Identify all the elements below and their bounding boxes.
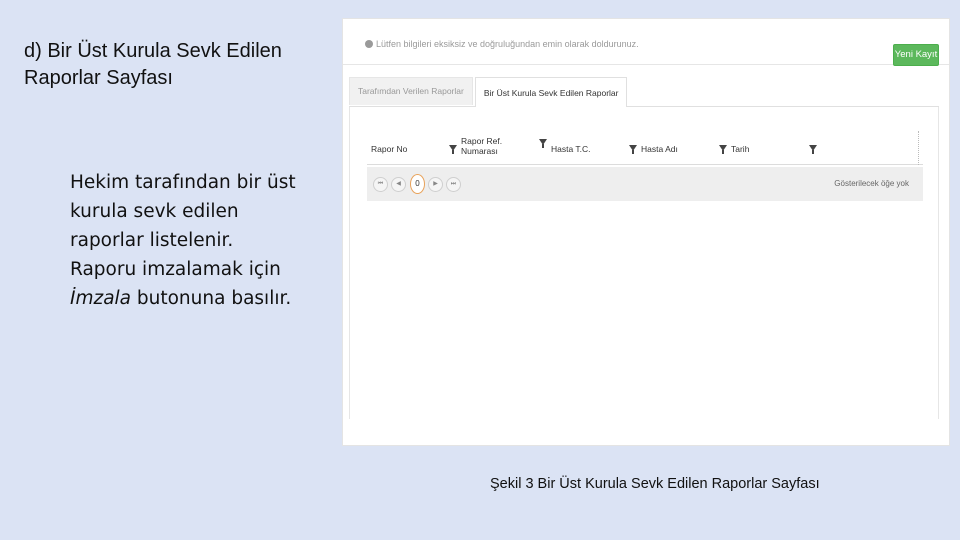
grid-pager: ⏮ ◀ 0 ▶ ⏭ Gösterilecek öğe yok <box>367 167 923 201</box>
form-header: Lütfen bilgileri eksiksiz ve doğruluğund… <box>343 19 949 66</box>
slide-title: d) Bir Üst Kurula Sevk Edilen Raporlar S… <box>24 40 282 89</box>
description-emphasis: İmzala <box>70 288 132 309</box>
filter-icon[interactable] <box>539 139 547 148</box>
next-page-button[interactable]: ▶ <box>428 176 443 192</box>
tab-my-reports[interactable]: Tarafımdan Verilen Raporlar <box>349 77 473 105</box>
prev-page-button[interactable]: ◀ <box>391 176 406 192</box>
grid-header: Rapor No Rapor Ref. Numarası Hasta T.C. … <box>367 131 923 165</box>
current-page[interactable]: 0 <box>410 174 425 194</box>
last-page-button[interactable]: ⏭ <box>446 176 461 192</box>
scrollbar-edge <box>918 131 923 165</box>
col-rapor-no[interactable]: Rapor No <box>371 144 407 154</box>
col-hasta-tc[interactable]: Hasta T.C. <box>551 144 591 154</box>
tab-referred-reports[interactable]: Bir Üst Kurula Sevk Edilen Raporlar <box>474 77 628 107</box>
info-icon <box>365 40 373 48</box>
tab-bar: Tarafımdan Verilen Raporlar Bir Üst Kuru… <box>349 77 939 107</box>
description-text-2: butonuna basılır. <box>131 288 292 309</box>
col-hasta-adi[interactable]: Hasta Adı <box>641 144 678 154</box>
col-tarih[interactable]: Tarih <box>731 144 749 154</box>
info-message: Lütfen bilgileri eksiksiz ve doğruluğund… <box>365 39 639 49</box>
filter-icon[interactable] <box>449 145 457 154</box>
figure-caption: Şekil 3 Bir Üst Kurula Sevk Edilen Rapor… <box>490 476 820 492</box>
col-rapor-ref[interactable]: Rapor Ref. Numarası <box>461 136 517 156</box>
first-page-button[interactable]: ⏮ <box>373 176 388 192</box>
filter-icon[interactable] <box>629 145 637 154</box>
filter-icon[interactable] <box>809 145 817 154</box>
slide-description: Hekim tarafından bir üst kurula sevk edi… <box>70 168 300 313</box>
reports-grid: Rapor No Rapor Ref. Numarası Hasta T.C. … <box>367 131 923 203</box>
filter-icon[interactable] <box>719 145 727 154</box>
description-text-1: Hekim tarafından bir üst kurula sevk edi… <box>70 172 296 280</box>
pager-message: Gösterilecek öğe yok <box>834 179 909 188</box>
new-record-button[interactable]: Yeni Kayıt <box>893 44 939 66</box>
info-text: Lütfen bilgileri eksiksiz ve doğruluğund… <box>376 39 639 49</box>
screenshot-panel: Lütfen bilgileri eksiksiz ve doğruluğund… <box>342 18 950 446</box>
